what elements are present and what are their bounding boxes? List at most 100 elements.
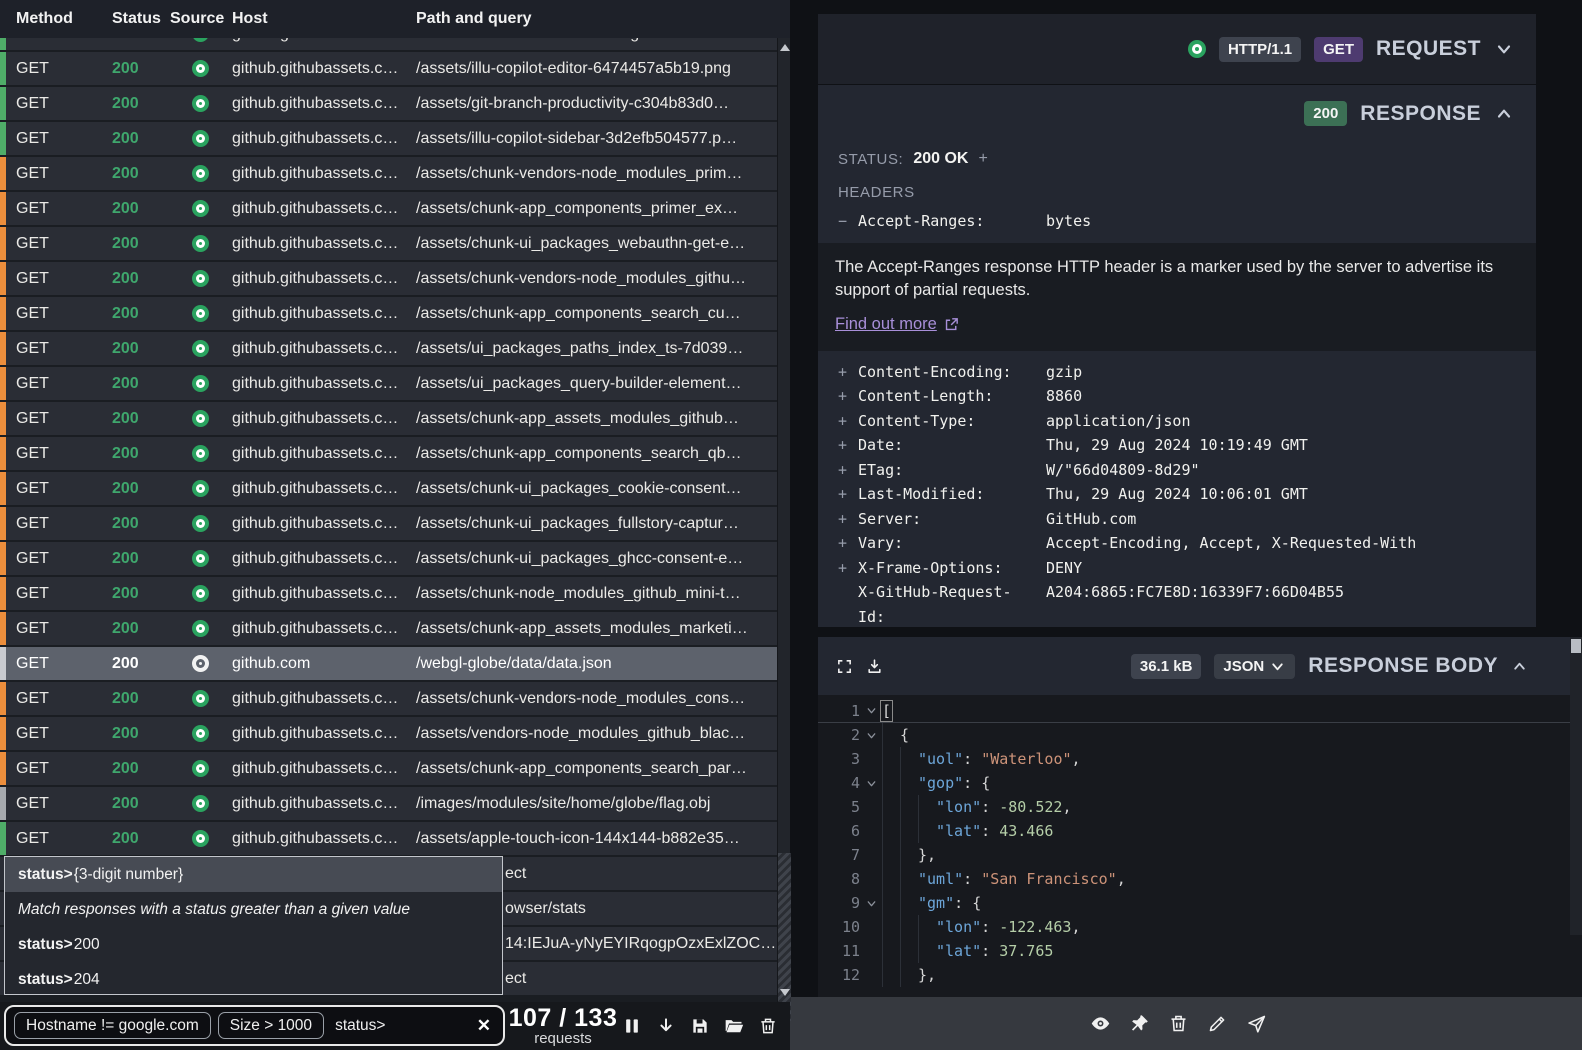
suggestion-description[interactable]: Match responses with a status greater th… <box>5 892 502 927</box>
filter-chip[interactable]: Size > 1000 <box>218 1012 324 1039</box>
code-line[interactable]: 4"gop": { <box>818 771 1582 795</box>
scroll-down-arrow[interactable] <box>780 989 790 996</box>
header-row[interactable]: +Content-Length:8860 <box>838 384 1500 409</box>
table-row[interactable]: GET200github.githubassets.c…/assets/chun… <box>0 752 777 785</box>
suggestion-item[interactable]: status>200 <box>5 927 502 962</box>
suggestion-item[interactable]: status>204 <box>5 962 502 997</box>
fold-chevron-icon[interactable] <box>860 771 882 795</box>
table-row[interactable]: GET200github.githubassets.c…/assets/chun… <box>0 472 777 505</box>
code-line[interactable]: 6"lat": 43.466 <box>818 819 1582 843</box>
download-body-icon[interactable] <box>866 658 883 675</box>
code-line[interactable]: 2{ <box>818 723 1582 747</box>
row-source <box>168 760 232 777</box>
pin-icon[interactable] <box>1129 1013 1150 1034</box>
chevron-down-icon[interactable] <box>1494 39 1514 59</box>
open-folder-icon[interactable] <box>724 1016 744 1036</box>
filter-input[interactable]: Hostname != google.com Size > 1000 status… <box>4 1005 505 1046</box>
expand-marker[interactable]: + <box>838 556 858 581</box>
header-row[interactable]: +Content-Type:application/json <box>838 409 1500 434</box>
table-row[interactable]: GET200github.githubassets.c…/assets/chun… <box>0 682 777 715</box>
table-row[interactable]: GET200github.githubassets.c…/assets/chun… <box>0 402 777 435</box>
body-format-select[interactable]: JSON <box>1214 654 1295 679</box>
scroll-up-arrow[interactable] <box>780 44 790 51</box>
collapse-marker[interactable]: − <box>838 209 858 234</box>
table-row[interactable]: GET200github.githubassets.c…/images/modu… <box>0 787 777 820</box>
json-editor[interactable]: 1[2{3"uol": "Waterloo",4"gop": {5"lon": … <box>818 695 1582 987</box>
save-icon[interactable] <box>690 1016 710 1036</box>
code-line[interactable]: 5"lon": -80.522, <box>818 795 1582 819</box>
chevron-up-icon[interactable] <box>1511 658 1528 675</box>
code-line[interactable]: 12}, <box>818 963 1582 987</box>
table-row[interactable]: GET200github.githubassets.c…/assets/chun… <box>0 192 777 225</box>
filter-chip[interactable]: Hostname != google.com <box>14 1012 211 1039</box>
response-section-header[interactable]: 200 RESPONSE <box>818 85 1536 126</box>
header-row[interactable]: X-GitHub-Request- Id:A204:6865:FC7E8D:16… <box>838 580 1500 629</box>
expand-marker[interactable]: + <box>838 458 858 483</box>
fold-chevron-icon[interactable] <box>860 723 882 747</box>
code-line[interactable]: 1[ <box>818 699 1582 723</box>
code-line[interactable]: 7}, <box>818 843 1582 867</box>
import-icon[interactable] <box>656 1016 676 1036</box>
table-row[interactable]: GET200github.githubassets.c…/assets/ui_p… <box>0 332 777 365</box>
table-row[interactable]: GET200github.com/webgl-globe/data/data.j… <box>0 647 777 680</box>
table-row[interactable]: GET200github.githubassets.c…/assets/illu… <box>0 52 777 85</box>
expand-marker[interactable]: + <box>838 531 858 556</box>
resend-icon[interactable] <box>1246 1013 1267 1034</box>
expand-marker[interactable]: + <box>838 482 858 507</box>
chevron-up-icon[interactable] <box>1494 104 1514 124</box>
view-icon[interactable] <box>1090 1013 1111 1034</box>
code-line[interactable]: 3"uol": "Waterloo", <box>818 747 1582 771</box>
table-scrollbar[interactable] <box>777 38 790 1002</box>
table-row[interactable]: GET200github.githubassets.c…/assets/chun… <box>0 157 777 190</box>
table-row[interactable]: GET200github.githubassets.c…/assets/chun… <box>0 262 777 295</box>
table-row[interactable]: GET200github.githubassets.c…/assets/fcld… <box>0 38 777 50</box>
expand-marker[interactable]: + <box>838 433 858 458</box>
row-source <box>168 830 232 847</box>
request-section-header[interactable]: HTTP/1.1 GET REQUEST <box>818 14 1536 84</box>
filter-current-text[interactable]: status> <box>335 1017 477 1035</box>
edit-icon[interactable] <box>1207 1013 1228 1034</box>
suggestion-item[interactable]: status>{3-digit number} <box>5 857 502 892</box>
table-row[interactable]: GET200github.githubassets.c…/assets/chun… <box>0 227 777 260</box>
header-row[interactable]: +ETag:W/"66d04809-8d29" <box>838 458 1500 483</box>
table-row[interactable]: GET200github.githubassets.c…/assets/chun… <box>0 577 777 610</box>
delete-icon[interactable] <box>1168 1013 1189 1034</box>
clear-filters-button[interactable]: ✕ <box>477 1016 491 1036</box>
expand-marker[interactable]: + <box>838 507 858 532</box>
expand-marker[interactable]: + <box>838 360 858 385</box>
table-row[interactable]: GET200github.githubassets.c…/assets/chun… <box>0 297 777 330</box>
header-row[interactable]: +Server:GitHub.com <box>838 507 1500 532</box>
editor-scrollbar-thumb[interactable] <box>1571 639 1581 653</box>
table-row[interactable]: GET200github.githubassets.c…/assets/illu… <box>0 122 777 155</box>
code-line[interactable]: 8"uml": "San Francisco", <box>818 867 1582 891</box>
header-row-expanded[interactable]: − Accept-Ranges: bytes <box>838 209 1500 234</box>
table-row[interactable]: GET200github.githubassets.c…/assets/chun… <box>0 542 777 575</box>
pause-icon[interactable] <box>622 1016 642 1036</box>
code-line[interactable]: 10"lon": -122.463, <box>818 915 1582 939</box>
header-row[interactable]: +Content-Encoding:gzip <box>838 360 1500 385</box>
fullscreen-icon[interactable] <box>836 658 853 675</box>
table-row[interactable]: GET200github.githubassets.c…/assets/ui_p… <box>0 367 777 400</box>
expand-marker[interactable]: + <box>838 384 858 409</box>
row-source <box>168 515 232 532</box>
header-row[interactable]: +X-Frame-Options:DENY <box>838 556 1500 581</box>
response-body-header[interactable]: 36.1 kB JSON RESPONSE BODY <box>818 637 1582 695</box>
code-line[interactable]: 9"gm": { <box>818 891 1582 915</box>
table-row[interactable]: GET200github.githubassets.c…/assets/git-… <box>0 87 777 120</box>
find-out-more-link[interactable]: Find out more <box>835 313 960 336</box>
table-row[interactable]: GET200github.githubassets.c…/assets/chun… <box>0 612 777 645</box>
table-row[interactable]: GET200github.githubassets.c…/assets/chun… <box>0 437 777 470</box>
code-line[interactable]: 11"lat": 37.765 <box>818 939 1582 963</box>
table-row[interactable]: GET200github.githubassets.c…/assets/appl… <box>0 822 777 855</box>
header-row[interactable]: +Date:Thu, 29 Aug 2024 10:19:49 GMT <box>838 433 1500 458</box>
expand-marker[interactable]: + <box>838 409 858 434</box>
fold-chevron-icon[interactable] <box>860 891 882 915</box>
header-row[interactable]: +Last-Modified:Thu, 29 Aug 2024 10:06:01… <box>838 482 1500 507</box>
header-row[interactable]: +Vary:Accept-Encoding, Accept, X-Request… <box>838 531 1500 556</box>
table-row[interactable]: GET200github.githubassets.c…/assets/vend… <box>0 717 777 750</box>
delete-all-icon[interactable] <box>758 1016 778 1036</box>
fold-chevron-icon[interactable] <box>860 699 882 722</box>
expand-status-button[interactable]: + <box>978 150 987 168</box>
editor-scrollbar[interactable] <box>1570 637 1582 935</box>
table-row[interactable]: GET200github.githubassets.c…/assets/chun… <box>0 507 777 540</box>
